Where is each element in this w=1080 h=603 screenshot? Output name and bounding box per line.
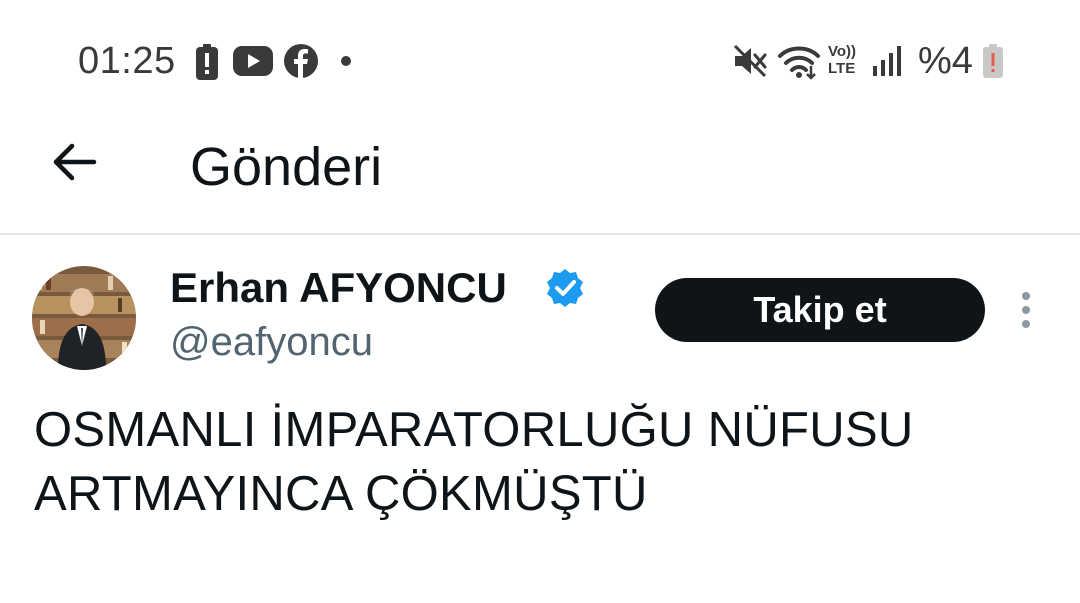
app-header: Gönderi: [0, 120, 1080, 234]
battery-low-icon: [983, 44, 1003, 78]
author-handle[interactable]: @eafyoncu: [170, 320, 373, 365]
follow-button[interactable]: Takip et: [655, 278, 985, 342]
page-title: Gönderi: [190, 137, 383, 197]
avatar[interactable]: [32, 266, 136, 370]
tweet-text: OSMANLI İMPARATORLUĞU NÜFUSU ARTMAYINCA …: [34, 403, 914, 521]
author-display-name[interactable]: Erhan AFYONCU: [170, 264, 507, 312]
battery-alert-icon: [196, 44, 218, 80]
battery-percent: %4: [918, 40, 973, 82]
facebook-icon: [284, 44, 318, 78]
status-time: 01:25: [78, 40, 176, 82]
volte-icon: Vo)) LTE: [828, 43, 857, 78]
youtube-icon: [233, 46, 273, 76]
wifi-icon: [778, 46, 820, 80]
more-vertical-icon[interactable]: [1012, 290, 1042, 330]
avatar-image: [32, 266, 136, 370]
arrow-left-icon[interactable]: [50, 138, 98, 186]
signal-icon: [873, 46, 901, 76]
status-bar: 01:25 Vo)) LTE %4: [0, 0, 1080, 120]
verified-badge-icon: [547, 269, 583, 307]
notification-dot-icon: [341, 56, 351, 66]
mute-icon: [733, 44, 767, 78]
header-divider: [0, 233, 1080, 235]
